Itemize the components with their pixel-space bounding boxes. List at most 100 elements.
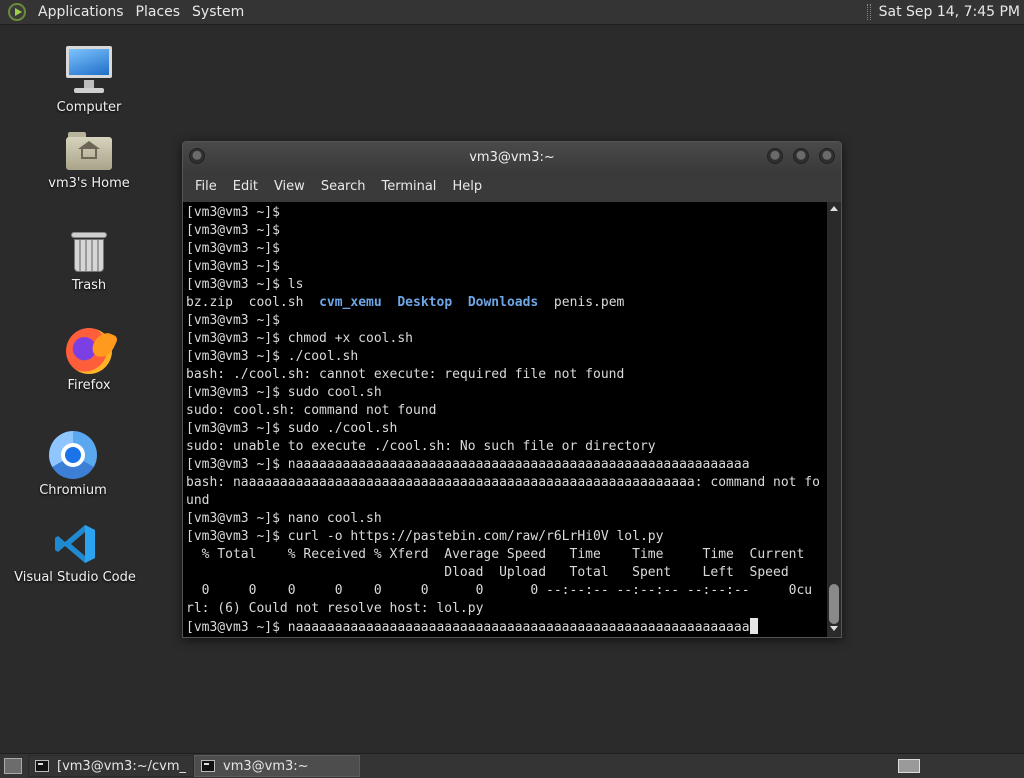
desktop-icon-trash[interactable]: Trash (24, 230, 154, 293)
terminal-line-text: % Total % Received % Xferd Average Speed… (186, 547, 805, 562)
trash-icon (69, 230, 109, 274)
ls-directory-entry: cvm_xemu (319, 295, 382, 310)
ls-file-entry: penis.pem (553, 295, 625, 310)
terminal-line: [vm3@vm3 ~]$ nano cool.sh (186, 510, 827, 528)
clock-area: Sat Sep 14, 7:45 PM (866, 4, 1024, 20)
terminal-window[interactable]: vm3@vm3:~ File Edit View Search Terminal… (182, 141, 842, 638)
menu-applications[interactable]: Applications (32, 4, 130, 20)
terminal-line: [vm3@vm3 ~]$ sudo cool.sh (186, 384, 827, 402)
terminal-line-text: [vm3@vm3 ~]$ ./cool.sh (186, 349, 359, 364)
menu-file[interactable]: File (187, 179, 225, 194)
desktop-icon-vscode[interactable]: Visual Studio Code (10, 522, 140, 585)
terminal-line-text: [vm3@vm3 ~]$ sudo cool.sh (186, 385, 382, 400)
terminal-line: [vm3@vm3 ~]$ (186, 258, 827, 276)
terminal-line-text: bash: ./cool.sh: cannot execute: require… (186, 367, 625, 382)
menu-terminal[interactable]: Terminal (373, 179, 444, 194)
taskbar-item-label: vm3@vm3:~ (223, 758, 309, 774)
terminal-line-text: bash: naaaaaaaaaaaaaaaaaaaaaaaaaaaaaaaaa… (186, 475, 820, 490)
terminal-output[interactable]: [vm3@vm3 ~]$ [vm3@vm3 ~]$ [vm3@vm3 ~]$ [vm3… (183, 202, 827, 637)
terminal-line: [vm3@vm3 ~]$ (186, 240, 827, 258)
menu-edit[interactable]: Edit (225, 179, 266, 194)
desktop-icon-home[interactable]: vm3's Home (24, 130, 154, 191)
desktop-icon-label: Computer (56, 100, 122, 115)
terminal-line-text: [vm3@vm3 ~]$ (186, 241, 280, 256)
terminal-line: [vm3@vm3 ~]$ sudo ./cool.sh (186, 420, 827, 438)
taskbar-item-terminal[interactable]: vm3@vm3:~ (194, 755, 360, 777)
window-titlebar[interactable]: vm3@vm3:~ (183, 142, 841, 172)
firefox-icon (66, 328, 112, 374)
desktop-icon-chromium[interactable]: Chromium (8, 431, 138, 498)
terminal-line-text: [vm3@vm3 ~]$ nano cool.sh (186, 511, 382, 526)
close-button[interactable] (819, 148, 835, 164)
terminal-line-text: [vm3@vm3 ~]$ curl -o https://pastebin.co… (186, 529, 664, 544)
distro-logo-icon[interactable] (8, 3, 26, 21)
computer-icon (64, 44, 114, 96)
terminal-line: [vm3@vm3 ~]$ (186, 204, 827, 222)
top-panel: Applications Places System Sat Sep 14, 7… (0, 0, 1024, 25)
show-desktop-icon[interactable] (4, 758, 22, 774)
menu-system[interactable]: System (186, 4, 250, 20)
desktop-icon-label: Visual Studio Code (14, 570, 136, 585)
terminal-icon (201, 760, 215, 772)
home-folder-icon (66, 130, 112, 172)
terminal-scrollbar[interactable] (827, 202, 841, 637)
terminal-line: sudo: unable to execute ./cool.sh: No su… (186, 438, 827, 456)
terminal-line: Dload Upload Total Spent Left Speed (186, 564, 827, 582)
terminal-line-text: sudo: cool.sh: command not found (186, 403, 437, 418)
taskbar-item-cvm[interactable]: [vm3@vm3:~/cvm_... (28, 755, 194, 777)
desktop-icon-computer[interactable]: Computer (24, 44, 154, 115)
terminal-line: [vm3@vm3 ~]$ naaaaaaaaaaaaaaaaaaaaaaaaaa… (186, 456, 827, 474)
scrollbar-thumb[interactable] (829, 584, 839, 624)
terminal-line: 0 0 0 0 0 0 0 0 --:--:-- --:--:-- --:--:… (186, 582, 827, 600)
terminal-line-text: [vm3@vm3 ~]$ (186, 313, 280, 328)
terminal-line: [vm3@vm3 ~]$ curl -o https://pastebin.co… (186, 528, 827, 546)
terminal-line: % Total % Received % Xferd Average Speed… (186, 546, 827, 564)
desktop-icon-label: Chromium (39, 483, 107, 498)
terminal-line: [vm3@vm3 ~]$ (186, 222, 827, 240)
menu-help[interactable]: Help (444, 179, 490, 194)
terminal-line: sudo: cool.sh: command not found (186, 402, 827, 420)
terminal-line-text: Dload Upload Total Spent Left Speed (186, 565, 789, 580)
ls-file-entry: cool.sh (248, 295, 304, 310)
clock[interactable]: Sat Sep 14, 7:45 PM (879, 4, 1024, 20)
terminal-line: [vm3@vm3 ~]$ ./cool.sh (186, 348, 827, 366)
minimize-button[interactable] (767, 148, 783, 164)
menu-search[interactable]: Search (313, 179, 374, 194)
terminal-line: bz.zip cool.sh cvm_xemu Desktop Download… (186, 294, 827, 312)
terminal-line: [vm3@vm3 ~]$ naaaaaaaaaaaaaaaaaaaaaaaaaa… (186, 618, 827, 636)
terminal-line: bash: naaaaaaaaaaaaaaaaaaaaaaaaaaaaaaaaa… (186, 474, 827, 492)
desktop-icon-firefox[interactable]: Firefox (24, 328, 154, 393)
terminal-line-text: [vm3@vm3 ~]$ (186, 205, 280, 220)
terminal-line: rl: (6) Could not resolve host: lol.py (186, 600, 827, 618)
maximize-button[interactable] (793, 148, 809, 164)
terminal-line: [vm3@vm3 ~]$ chmod +x cool.sh (186, 330, 827, 348)
terminal-line-text: rl: (6) Could not resolve host: lol.py (186, 601, 484, 616)
ls-directory-entry: Desktop (397, 295, 453, 310)
terminal-line-text: 0 0 0 0 0 0 0 0 --:--:-- --:--:-- --:--:… (186, 583, 813, 598)
scroll-up-icon[interactable] (830, 206, 838, 211)
terminal-menubar: File Edit View Search Terminal Help (183, 172, 841, 200)
workspace-switcher[interactable] (898, 759, 920, 773)
terminal-line-text: sudo: unable to execute ./cool.sh: No su… (186, 439, 656, 454)
terminal-line-text: [vm3@vm3 ~]$ ls (186, 277, 304, 292)
desktop-icon-label: Trash (71, 278, 107, 293)
window-title: vm3@vm3:~ (469, 149, 555, 165)
ls-directory-entry: Downloads (467, 295, 539, 310)
terminal-line-text: [vm3@vm3 ~]$ naaaaaaaaaaaaaaaaaaaaaaaaaa… (186, 620, 750, 635)
terminal-line-text: [vm3@vm3 ~]$ naaaaaaaaaaaaaaaaaaaaaaaaaa… (186, 457, 750, 472)
terminal-line-text: und (186, 493, 210, 508)
terminal-line: und (186, 492, 827, 510)
terminal-icon (35, 760, 49, 772)
menu-view[interactable]: View (266, 179, 313, 194)
text-cursor (749, 618, 758, 634)
bottom-panel: [vm3@vm3:~/cvm_... vm3@vm3:~ (0, 753, 1024, 778)
terminal-line-text: [vm3@vm3 ~]$ (186, 223, 280, 238)
desktop-icon-label: Firefox (67, 378, 111, 393)
desktop-icon-label: vm3's Home (48, 176, 130, 191)
scroll-down-icon[interactable] (830, 626, 838, 631)
vscode-icon (53, 522, 97, 566)
terminal-line: [vm3@vm3 ~]$ (186, 312, 827, 330)
terminal-line-text: [vm3@vm3 ~]$ chmod +x cool.sh (186, 331, 413, 346)
menu-places[interactable]: Places (130, 4, 187, 20)
window-menu-icon[interactable] (189, 148, 205, 164)
